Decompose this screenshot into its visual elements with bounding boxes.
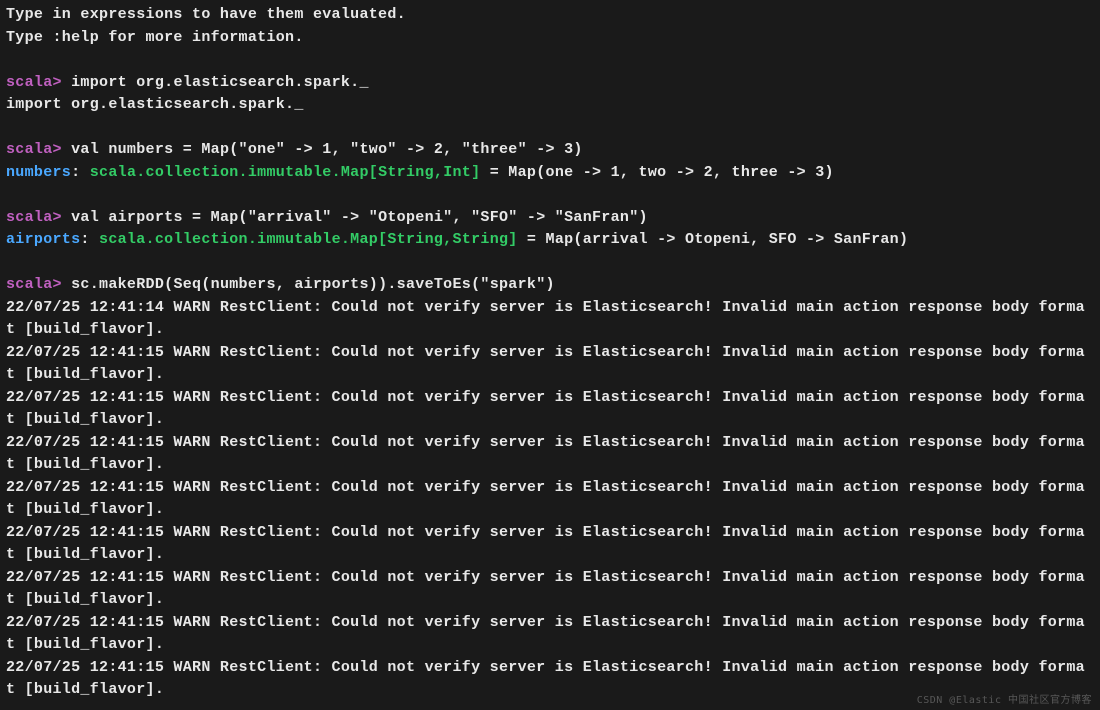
warn-line: 22/07/25 12:41:15 WARN RestClient: Could…: [6, 524, 1085, 564]
repl-prompt: scala>: [6, 209, 62, 226]
warn-line: 22/07/25 12:41:15 WARN RestClient: Could…: [6, 344, 1085, 384]
warn-line: 22/07/25 12:41:15 WARN RestClient: Could…: [6, 569, 1085, 609]
warn-line: 22/07/25 12:41:15 WARN RestClient: Could…: [6, 389, 1085, 429]
warn-line: 22/07/25 12:41:15 WARN RestClient: Could…: [6, 434, 1085, 474]
result-value-airports: = Map(arrival -> Otopeni, SFO -> SanFran…: [518, 231, 909, 248]
repl-prompt: scala>: [6, 141, 62, 158]
result-type-airports: scala.collection.immutable.Map[String,St…: [99, 231, 518, 248]
repl-prompt: scala>: [6, 74, 62, 91]
warn-line: 22/07/25 12:41:14 WARN RestClient: Could…: [6, 299, 1085, 339]
result-colon: :: [80, 231, 99, 248]
warn-line: 22/07/25 12:41:15 WARN RestClient: Could…: [6, 614, 1085, 654]
result-var-numbers: numbers: [6, 164, 71, 181]
intro-line-1: Type in expressions to have them evaluat…: [6, 6, 406, 23]
repl-input-3: val airports = Map("arrival" -> "Otopeni…: [71, 209, 648, 226]
result-value-numbers: = Map(one -> 1, two -> 2, three -> 3): [480, 164, 833, 181]
intro-line-2: Type :help for more information.: [6, 29, 304, 46]
repl-input-4: sc.makeRDD(Seq(numbers, airports)).saveT…: [71, 276, 555, 293]
result-colon: :: [71, 164, 90, 181]
repl-input-1: import org.elasticsearch.spark._: [71, 74, 369, 91]
repl-prompt: scala>: [6, 276, 62, 293]
repl-input-2: val numbers = Map("one" -> 1, "two" -> 2…: [71, 141, 583, 158]
result-type-numbers: scala.collection.immutable.Map[String,In…: [90, 164, 481, 181]
result-var-airports: airports: [6, 231, 80, 248]
repl-echo-1: import org.elasticsearch.spark._: [6, 96, 304, 113]
warn-line: 22/07/25 12:41:15 WARN RestClient: Could…: [6, 479, 1085, 519]
terminal-output[interactable]: Type in expressions to have them evaluat…: [0, 0, 1100, 706]
watermark-text: CSDN @Elastic 中国社区官方博客: [917, 691, 1092, 706]
